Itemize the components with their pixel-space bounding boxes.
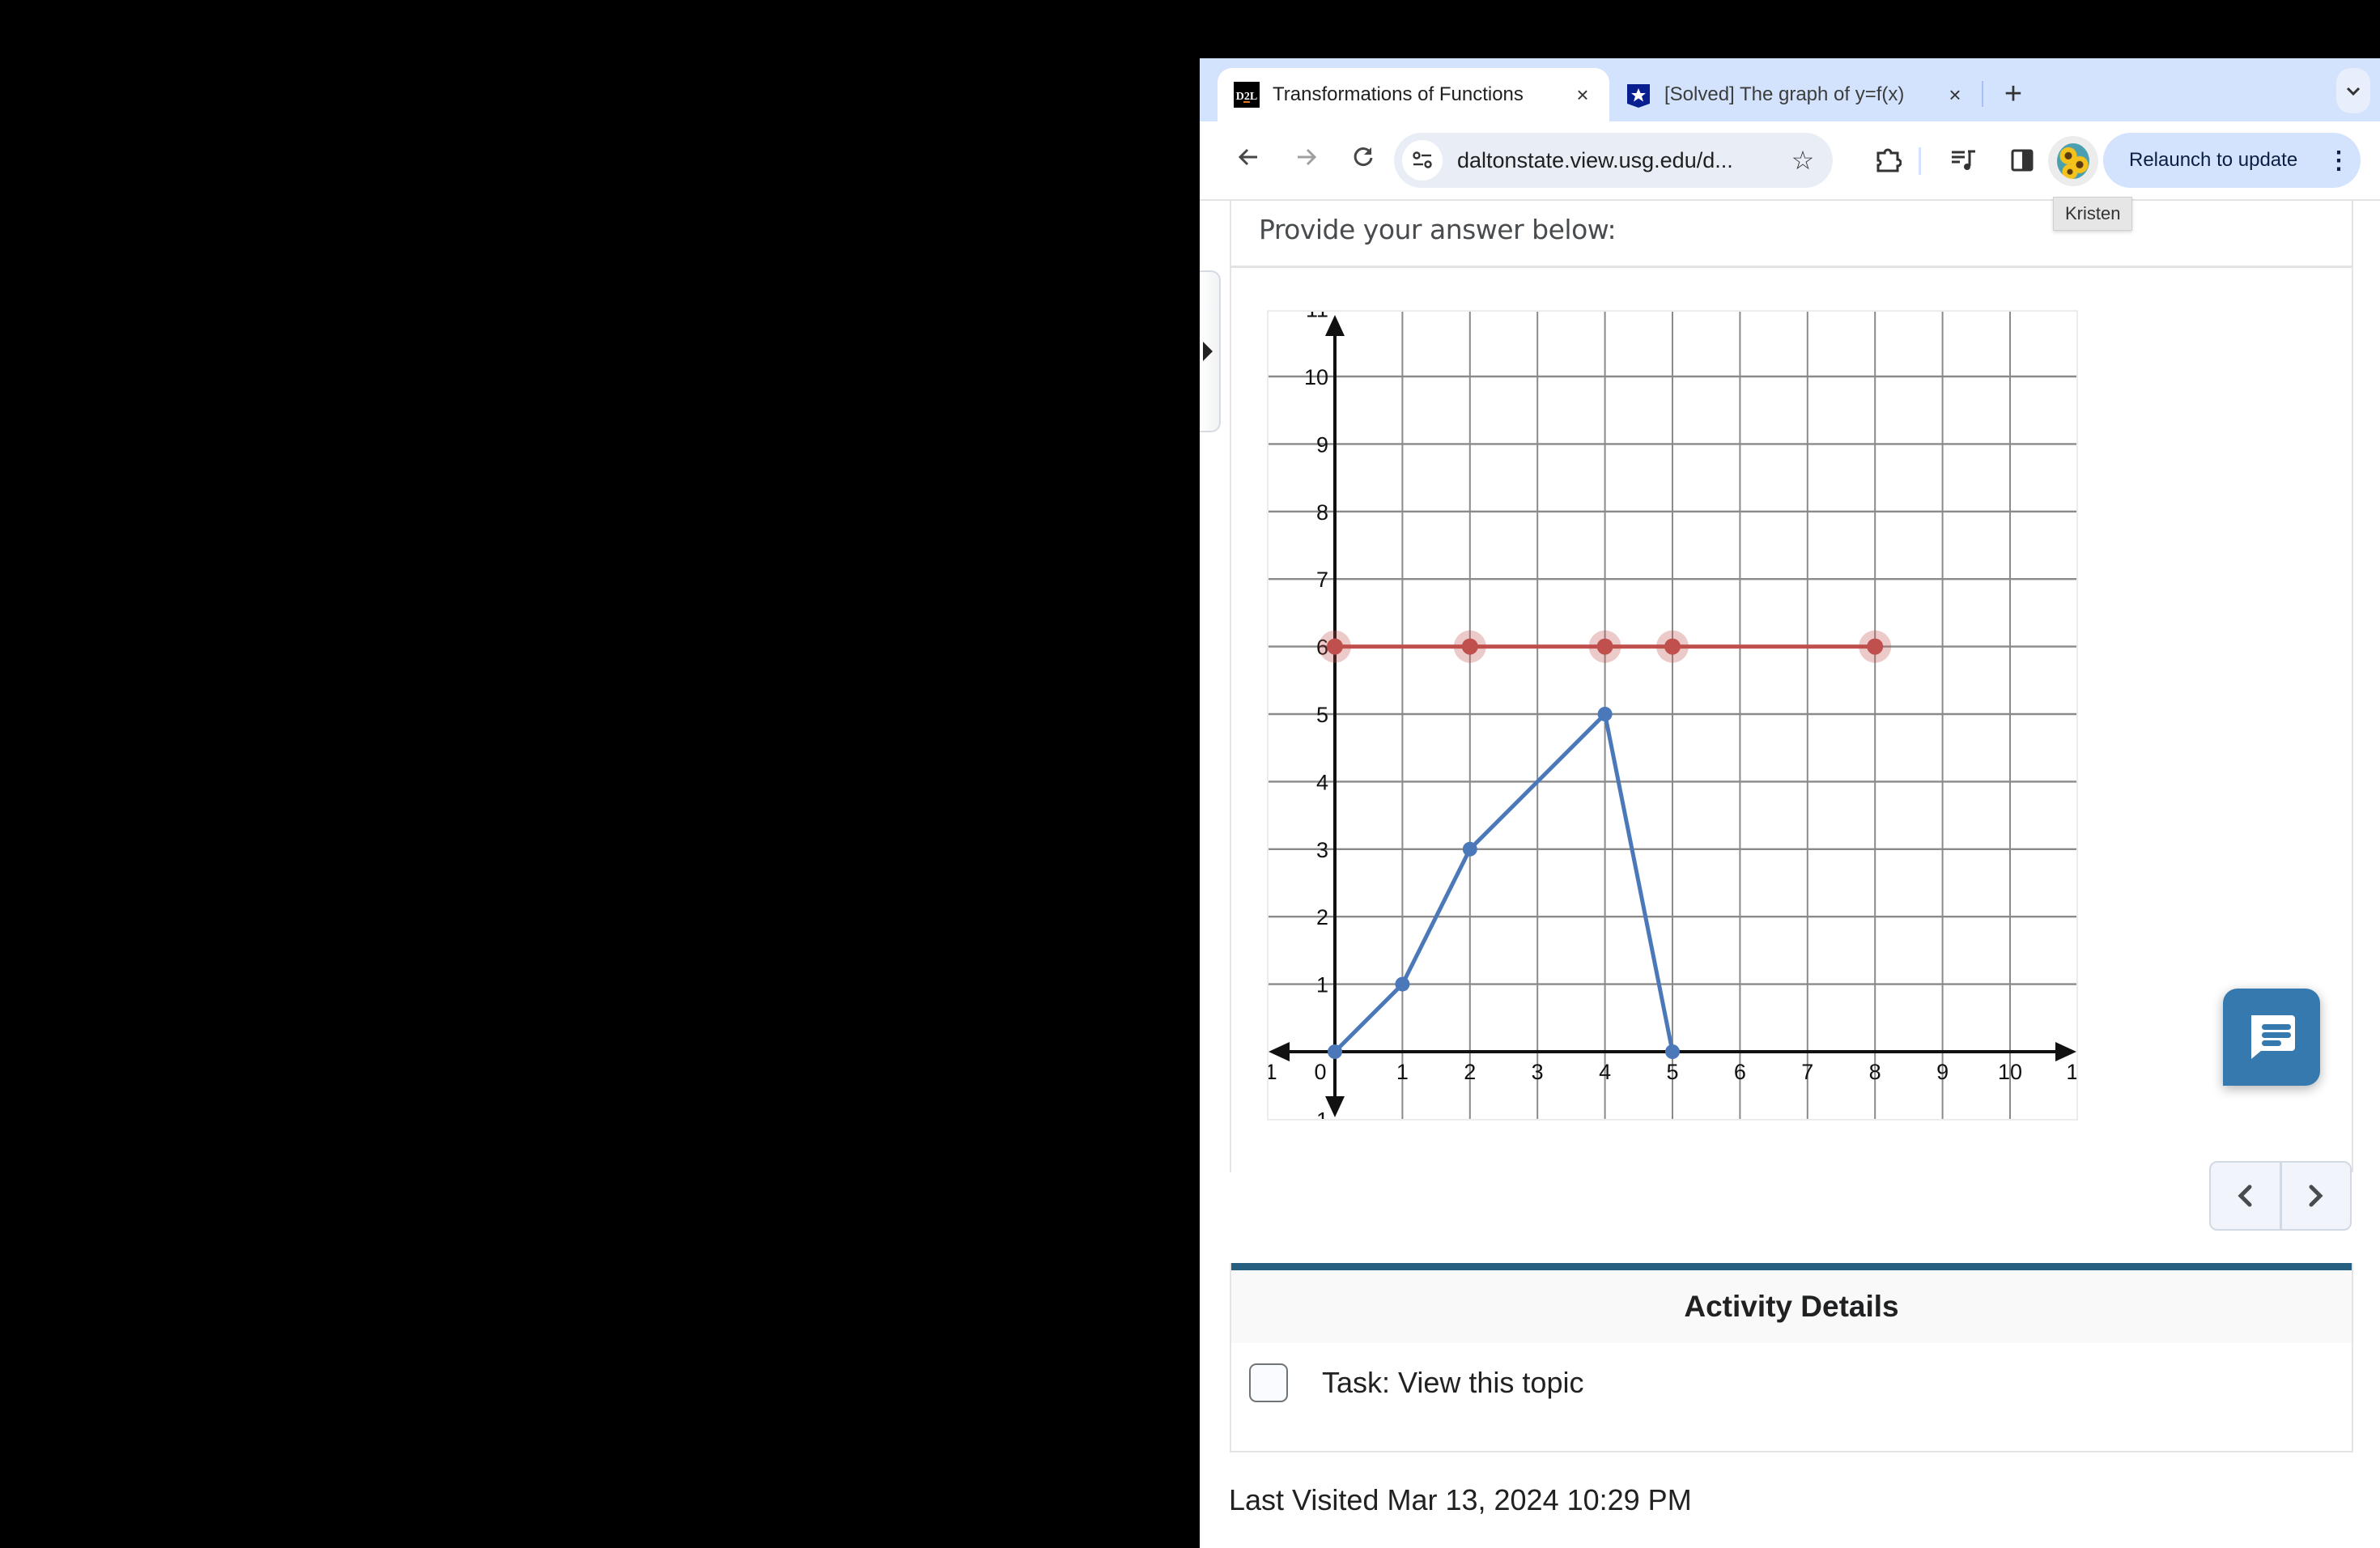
task-checkbox[interactable]	[1249, 1363, 1288, 1402]
next-button[interactable]	[2279, 1163, 2351, 1229]
media-queue-icon	[1952, 150, 1975, 170]
tab-search-button[interactable]	[2336, 68, 2370, 113]
tab-separator	[1982, 81, 1983, 107]
forward-button[interactable]	[1286, 139, 1328, 181]
y-tick-label: 9	[1316, 432, 1328, 457]
media-controls-button[interactable]	[1944, 141, 1983, 180]
task-label: Task: View this topic	[1322, 1366, 1584, 1399]
chevron-down-icon	[2346, 87, 2361, 96]
chevron-left-icon	[2238, 1184, 2252, 1207]
chat-bubble-icon	[2251, 1015, 2295, 1059]
y-tick-label: 10	[1304, 365, 1328, 389]
previous-button[interactable]	[2211, 1163, 2280, 1229]
x-axis-arrow-left	[1269, 1042, 1290, 1061]
answer-point[interactable]	[1461, 638, 1478, 655]
x-axis-arrow-right	[2055, 1042, 2076, 1061]
last-visited: Last Visited Mar 13, 2024 10:29 PM	[1229, 1483, 1692, 1516]
puzzle-icon	[1876, 148, 1902, 172]
avatar	[2057, 143, 2089, 179]
activity-details: Activity Details Task: View this topic	[1230, 1263, 2353, 1452]
original-point	[1462, 841, 1477, 857]
graph-editor[interactable]: -101234567891011-11234567891011	[1267, 310, 2078, 1121]
tab-solved[interactable]: [Solved] The graph of y=f(x) ×	[1609, 68, 1982, 121]
chat-button[interactable]	[2223, 989, 2320, 1086]
prompt-text: Provide your answer below:	[1259, 214, 1617, 245]
activity-accent-bar	[1231, 1263, 2352, 1270]
answer-point[interactable]	[1327, 638, 1343, 655]
side-panel-icon	[2011, 149, 2034, 172]
y-tick-label: 8	[1316, 500, 1328, 525]
y-tick-label: 1	[1316, 973, 1328, 997]
answer-point[interactable]	[1867, 638, 1884, 655]
activity-title: Activity Details	[1231, 1270, 2352, 1343]
y-tick-label: 7	[1316, 568, 1328, 592]
profile-button[interactable]	[2048, 136, 2098, 186]
toolbar-separator	[1919, 147, 1921, 175]
x-tick-label: 6	[1734, 1060, 1746, 1084]
y-tick-label: 11	[1306, 312, 1328, 322]
x-tick-label: 8	[1869, 1060, 1881, 1084]
y-tick-label: 4	[1316, 770, 1328, 794]
tab-title: Transformations of Functions	[1273, 83, 1524, 105]
original-point	[1665, 1044, 1680, 1059]
original-point	[1395, 976, 1410, 992]
x-tick-label: 3	[1532, 1060, 1544, 1084]
x-tick-label: 5	[1666, 1060, 1678, 1084]
relaunch-button[interactable]: Relaunch to update ⋮	[2103, 133, 2361, 188]
kebab-menu-icon[interactable]: ⋮	[2327, 147, 2351, 175]
close-tab-icon[interactable]: ×	[1570, 83, 1595, 108]
back-button[interactable]	[1227, 139, 1269, 181]
original-point	[1597, 707, 1613, 721]
task-item: Task: View this topic	[1249, 1363, 1583, 1402]
question-panel: Provide your answer below: -1 0 1 2 3 4 5 6 7 8 9 1…	[1230, 201, 2353, 1172]
browser-window: D2L Transformations of Functions × [Solv…	[1200, 58, 2380, 1548]
original-point	[1328, 1044, 1342, 1059]
site-info-icon[interactable]	[1402, 140, 1443, 181]
chevron-right-icon	[2309, 1184, 2323, 1207]
answer-point[interactable]	[1664, 638, 1681, 655]
arrow-left-icon	[1238, 148, 1257, 166]
arrow-right-icon	[1298, 148, 1317, 166]
url-text[interactable]: daltonstate.view.usg.edu/d...	[1457, 148, 1783, 173]
d2l-logo-icon: D2L	[1234, 82, 1260, 108]
x-tick-label: 9	[1936, 1060, 1949, 1084]
x-tick-label: 0	[1314, 1060, 1326, 1084]
bookmark-star-icon[interactable]: ☆	[1783, 145, 1823, 176]
y-tick-label: 2	[1316, 905, 1328, 929]
side-panel-button[interactable]	[2003, 141, 2042, 180]
original-function-line	[1333, 712, 1675, 1053]
x-tick-label: 10	[1998, 1060, 2022, 1084]
relaunch-label: Relaunch to update	[2129, 149, 2298, 171]
prompt-header: Provide your answer below:	[1231, 201, 2352, 268]
y-tick-label: -1	[1309, 1108, 1328, 1119]
y-tick-label: 3	[1316, 838, 1328, 862]
sidebar-toggle-button[interactable]	[1200, 270, 1221, 432]
reload-icon	[1354, 147, 1373, 166]
caret-right-icon	[1203, 342, 1213, 361]
answer-point[interactable]	[1596, 638, 1613, 655]
x-tick-label: 2	[1464, 1060, 1476, 1084]
y-tick-label: 5	[1316, 703, 1328, 727]
extensions-button[interactable]	[1868, 141, 1907, 180]
toolbar: daltonstate.view.usg.edu/d... ☆ Relaunch…	[1200, 121, 2380, 201]
tab-strip: D2L Transformations of Functions × [Solv…	[1200, 58, 2380, 121]
shield-star-icon	[1627, 84, 1650, 108]
x-tick-label: -1	[1269, 1060, 1277, 1084]
svg-text:D2L: D2L	[1236, 91, 1257, 103]
x-tick-label: 11	[2066, 1060, 2076, 1084]
topic-pager	[2209, 1161, 2352, 1231]
reload-button[interactable]	[1342, 139, 1384, 181]
profile-tooltip: Kristen	[2053, 197, 2133, 231]
tab-title: [Solved] The graph of y=f(x)	[1664, 83, 1905, 105]
graph-canvas[interactable]: -101234567891011-11234567891011	[1269, 312, 2076, 1119]
new-tab-button[interactable]: +	[1993, 74, 2034, 113]
x-tick-label: 7	[1801, 1060, 1813, 1084]
close-tab-icon[interactable]: ×	[1943, 83, 1967, 108]
x-tick-label: 4	[1599, 1060, 1611, 1084]
tab-transformations[interactable]: D2L Transformations of Functions ×	[1218, 68, 1609, 121]
address-bar[interactable]: daltonstate.view.usg.edu/d... ☆	[1394, 133, 1833, 188]
x-tick-label: 1	[1396, 1060, 1409, 1084]
